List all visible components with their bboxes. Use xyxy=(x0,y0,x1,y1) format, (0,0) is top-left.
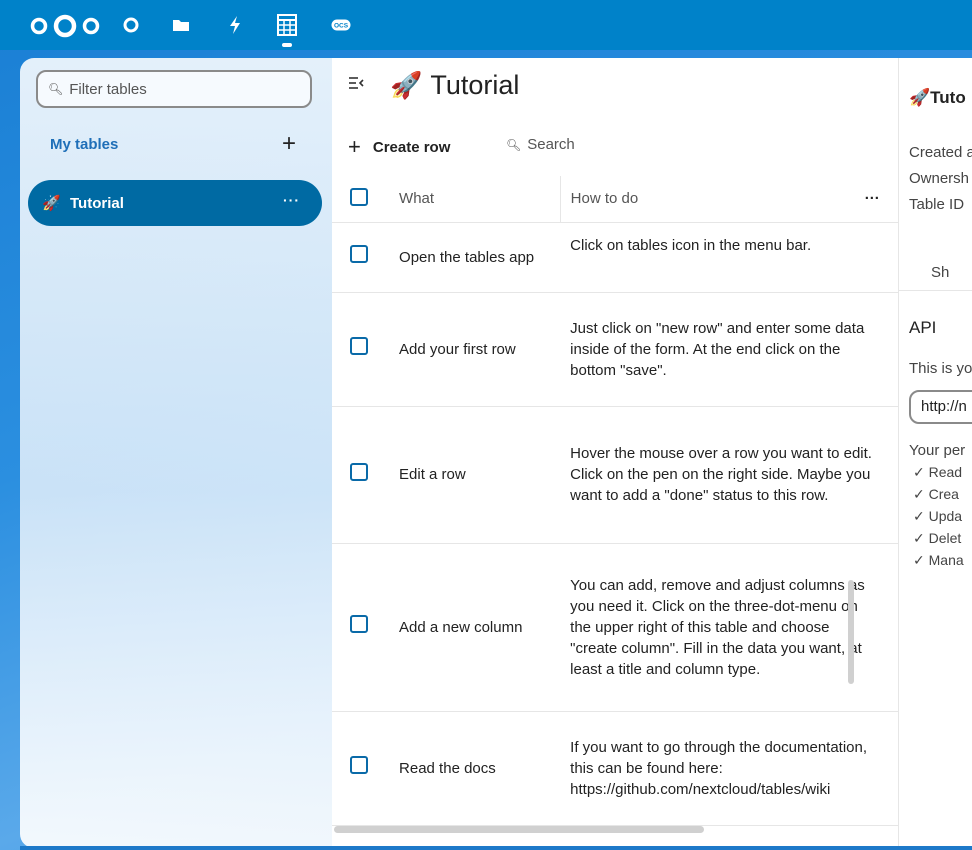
search-label: Search xyxy=(527,136,575,153)
cell-what: Add your first row xyxy=(399,340,516,358)
page-title-text: Tutorial xyxy=(430,70,520,100)
add-table-button[interactable]: + xyxy=(282,130,296,158)
divider xyxy=(899,290,972,291)
rocket-icon: 🚀 xyxy=(909,88,931,107)
active-app-indicator xyxy=(282,43,292,47)
toggle-navigation-icon[interactable] xyxy=(348,76,364,95)
row-checkbox[interactable] xyxy=(350,462,368,481)
column-header-how[interactable]: How to do ··· xyxy=(559,176,890,222)
search-button[interactable]: 🔍︎ Search xyxy=(506,136,575,153)
permission-manage: ✓ Mana xyxy=(913,552,964,568)
tables-icon[interactable] xyxy=(276,14,298,36)
table-row[interactable]: Add your first row Just click on "new ro… xyxy=(332,292,898,406)
details-title-text: Tuto xyxy=(930,88,966,107)
column-header-what[interactable]: What xyxy=(389,176,560,222)
row-select-cell xyxy=(332,222,389,292)
cell-how: Just click on "new row" and enter some d… xyxy=(570,319,865,379)
sharing-tab[interactable]: Sh xyxy=(931,264,949,281)
cell-rating: ★★ xyxy=(890,222,898,292)
column-menu-icon[interactable]: ··· xyxy=(865,190,880,207)
cell-what: Read the docs xyxy=(399,759,496,777)
ocs-label: OCS xyxy=(334,23,349,30)
cell-rating: ★★ xyxy=(890,543,898,711)
permission-read: ✓ Read xyxy=(913,464,963,480)
create-row-button[interactable]: + Create row xyxy=(348,134,450,160)
cell-how: You can add, remove and adjust columns a… xyxy=(570,576,865,678)
sidebar-item-tutorial[interactable]: 🚀 Tutorial ··· xyxy=(28,180,322,226)
created-at-label: Created a xyxy=(909,144,972,161)
filter-tables-input[interactable] xyxy=(69,80,300,98)
files-icon[interactable] xyxy=(170,14,192,36)
cell-how: Click on tables icon in the menu bar. xyxy=(570,236,812,254)
row-checkbox[interactable] xyxy=(350,245,368,263)
nextcloud-logo[interactable] xyxy=(28,14,102,38)
cell-rating: ★★ xyxy=(890,711,898,825)
page-title: 🚀 Tutorial xyxy=(390,70,519,101)
api-description: This is yo xyxy=(909,360,972,377)
permission-delete: ✓ Delet xyxy=(913,530,962,546)
table-id-label: Table ID xyxy=(909,196,965,213)
cell-how: If you want to go through the documentat… xyxy=(570,738,868,798)
ocs-icon[interactable]: OCS xyxy=(330,14,352,36)
search-icon: 🔍︎ xyxy=(506,137,522,152)
horizontal-scrollbar[interactable] xyxy=(334,826,704,833)
cell-rating: ★★ xyxy=(890,406,898,543)
permission-update: ✓ Upda xyxy=(913,508,963,524)
plus-icon: + xyxy=(348,134,361,159)
table-row[interactable]: Add a new column You can add, remove and… xyxy=(332,543,898,711)
activity-icon[interactable] xyxy=(224,14,246,36)
column-header-rating xyxy=(890,176,898,222)
vertical-scrollbar[interactable] xyxy=(848,580,854,684)
permission-create: ✓ Crea xyxy=(913,486,959,502)
cell-what: Add a new column xyxy=(399,618,523,636)
search-icon: 🔍︎ xyxy=(48,82,64,96)
api-url-field[interactable]: http://n xyxy=(909,390,972,424)
cell-how: Hover the mouse over a row you want to e… xyxy=(570,445,872,504)
permissions-label: Your per xyxy=(909,442,966,459)
bottom-edge xyxy=(20,846,972,850)
filter-tables-field[interactable]: 🔍︎ xyxy=(36,70,312,108)
cell-what: Open the tables app xyxy=(399,248,535,266)
cell-what: Edit a row xyxy=(399,466,466,483)
more-actions-icon[interactable]: ··· xyxy=(283,192,300,208)
row-select-cell xyxy=(332,292,389,406)
details-sidebar: 🚀Tuto Created a Ownersh Table ID Sh API … xyxy=(898,58,972,848)
row-select-cell xyxy=(332,711,389,825)
table-header-row: What How to do ··· xyxy=(332,176,898,222)
row-checkbox[interactable] xyxy=(350,615,368,633)
rows-table: What How to do ··· Open the tables app C… xyxy=(332,176,898,826)
api-heading: API xyxy=(909,318,937,337)
select-all-checkbox[interactable] xyxy=(350,187,368,206)
main-content: 🚀 Tutorial + Create row 🔍︎ Search What H… xyxy=(332,58,898,848)
column-header-how-label: How to do xyxy=(570,190,639,208)
header-select-cell xyxy=(332,176,389,222)
rocket-icon: 🚀 xyxy=(390,70,423,100)
my-tables-heading: My tables xyxy=(50,136,119,153)
details-title: 🚀Tuto xyxy=(909,88,966,108)
dashboard-icon[interactable] xyxy=(120,14,142,36)
row-select-cell xyxy=(332,406,389,543)
app-navigation: 🔍︎ My tables + 🚀 Tutorial ··· xyxy=(20,58,332,848)
row-select-cell xyxy=(332,543,389,711)
table-row[interactable]: Read the docs If you want to go through … xyxy=(332,711,898,825)
sidebar-item-label: Tutorial xyxy=(70,194,124,212)
create-row-label: Create row xyxy=(372,138,451,156)
ownership-label: Ownersh xyxy=(909,170,970,187)
cell-rating: ★★ xyxy=(890,292,898,406)
table-row[interactable]: Edit a row Hover the mouse over a row yo… xyxy=(332,406,898,543)
row-checkbox[interactable] xyxy=(350,337,368,355)
rocket-icon: 🚀 xyxy=(42,195,61,212)
top-bar: OCS xyxy=(0,0,972,50)
row-checkbox[interactable] xyxy=(350,756,368,774)
table-row[interactable]: Open the tables app Click on tables icon… xyxy=(332,222,898,292)
